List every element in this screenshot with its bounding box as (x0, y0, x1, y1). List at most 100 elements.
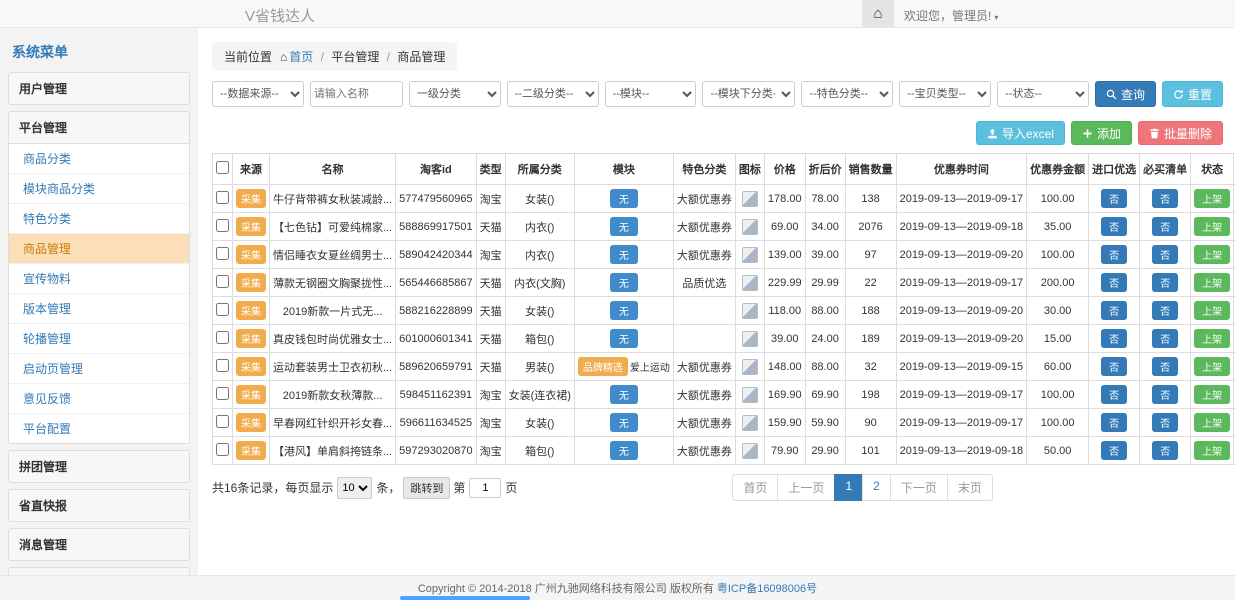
row-checkbox[interactable] (216, 247, 229, 260)
page-button[interactable]: 上一页 (777, 474, 835, 501)
must-buy-toggle[interactable]: 否 (1152, 217, 1178, 236)
status-toggle[interactable]: 上架 (1194, 441, 1230, 460)
module-badge[interactable]: 品牌精选 (578, 357, 628, 376)
sidebar-item[interactable]: 启动页管理 (9, 354, 189, 384)
status-toggle[interactable]: 上架 (1194, 301, 1230, 320)
page-button[interactable]: 末页 (947, 474, 993, 501)
import-select-toggle[interactable]: 否 (1101, 189, 1127, 208)
select-all-checkbox[interactable] (216, 161, 229, 174)
level1-category-select[interactable]: 一级分类 (409, 81, 501, 107)
import-select-toggle[interactable]: 否 (1101, 217, 1127, 236)
status-toggle[interactable]: 上架 (1194, 217, 1230, 236)
sidebar-section[interactable]: 用户管理 (9, 73, 189, 104)
row-checkbox[interactable] (216, 191, 229, 204)
sidebar-item[interactable]: 版本管理 (9, 294, 189, 324)
page-size-select[interactable]: 10 (337, 477, 372, 499)
page-button[interactable]: 1 (834, 474, 863, 501)
home-button[interactable]: ⌂ (862, 0, 894, 27)
module-badge[interactable]: 无 (610, 385, 638, 404)
status-toggle[interactable]: 上架 (1194, 273, 1230, 292)
module-subcategory-select[interactable]: --模块下分类-- (702, 81, 795, 107)
item-type-select[interactable]: --宝贝类型-- (899, 81, 991, 107)
import-select-toggle[interactable]: 否 (1101, 301, 1127, 320)
status-toggle[interactable]: 上架 (1194, 329, 1230, 348)
sidebar-item[interactable]: 商品管理 (9, 234, 189, 264)
row-checkbox[interactable] (216, 303, 229, 316)
module-badge[interactable]: 无 (610, 413, 638, 432)
must-buy-toggle[interactable]: 否 (1152, 413, 1178, 432)
import-excel-button[interactable]: 导入excel (976, 121, 1065, 145)
status-toggle[interactable]: 上架 (1194, 413, 1230, 432)
row-checkbox[interactable] (216, 219, 229, 232)
breadcrumb-home-link[interactable]: 首页 (289, 50, 313, 64)
search-button[interactable]: 查询 (1095, 81, 1156, 107)
status-toggle[interactable]: 上架 (1194, 385, 1230, 404)
page-button[interactable]: 首页 (732, 474, 778, 501)
module-badge[interactable]: 无 (610, 217, 638, 236)
table-row: 采集情侣睡衣女夏丝绸男士...589042420344淘宝内衣()无大额优惠券1… (213, 241, 1235, 269)
module-badge[interactable]: 无 (610, 441, 638, 460)
module-badge[interactable]: 无 (610, 189, 638, 208)
sidebar-section[interactable]: 消息管理 (9, 529, 189, 560)
must-buy-toggle[interactable]: 否 (1152, 329, 1178, 348)
sidebar-item[interactable]: 意见反馈 (9, 384, 189, 414)
sidebar-item[interactable]: 轮播管理 (9, 324, 189, 354)
status-toggle[interactable]: 上架 (1194, 245, 1230, 264)
must-buy-toggle[interactable]: 否 (1152, 245, 1178, 264)
coupon-amount: 100.00 (1027, 185, 1089, 213)
row-checkbox[interactable] (216, 387, 229, 400)
feature-category-select[interactable]: --特色分类-- (801, 81, 893, 107)
must-buy-toggle[interactable]: 否 (1152, 189, 1178, 208)
level2-category-select[interactable]: --二级分类-- (507, 81, 599, 107)
add-button[interactable]: 添加 (1071, 121, 1132, 145)
module-badge[interactable]: 无 (610, 273, 638, 292)
icp-link[interactable]: 粤ICP备16098006号 (717, 580, 817, 596)
sidebar-item[interactable]: 模块商品分类 (9, 174, 189, 204)
import-select-toggle[interactable]: 否 (1101, 245, 1127, 264)
module-badge[interactable]: 无 (610, 245, 638, 264)
sidebar-item[interactable]: 宣传物料 (9, 264, 189, 294)
module-badge[interactable]: 无 (610, 329, 638, 348)
status-toggle[interactable]: 上架 (1194, 357, 1230, 376)
page-button[interactable]: 下一页 (890, 474, 948, 501)
sidebar-item[interactable]: 平台配置 (9, 414, 189, 443)
row-checkbox[interactable] (216, 415, 229, 428)
feature-category (673, 325, 735, 353)
jump-page-input[interactable] (469, 478, 501, 498)
batch-delete-button[interactable]: 批量删除 (1138, 121, 1223, 145)
must-buy-toggle[interactable]: 否 (1152, 273, 1178, 292)
must-buy-toggle[interactable]: 否 (1152, 357, 1178, 376)
taoke-id: 596611634525 (396, 409, 476, 437)
horizontal-scrollbar-thumb[interactable] (400, 596, 530, 600)
page-button[interactable]: 2 (862, 474, 891, 501)
row-checkbox[interactable] (216, 443, 229, 456)
sidebar-item[interactable]: 商品分类 (9, 144, 189, 174)
name-search-input[interactable] (310, 81, 403, 107)
coupon-time: 2019-09-13—2019-09-17 (896, 269, 1027, 297)
import-select-toggle[interactable]: 否 (1101, 329, 1127, 348)
jump-button[interactable]: 跳转到 (403, 477, 450, 499)
must-buy-toggle[interactable]: 否 (1152, 441, 1178, 460)
must-buy-toggle[interactable]: 否 (1152, 385, 1178, 404)
sidebar-item[interactable]: 特色分类 (9, 204, 189, 234)
sidebar-section[interactable]: 省直快报 (9, 490, 189, 521)
row-checkbox[interactable] (216, 275, 229, 288)
row-checkbox[interactable] (216, 359, 229, 372)
data-source-select[interactable]: --数据来源-- (212, 81, 304, 107)
user-menu[interactable]: 欢迎您，管理员!▾ (904, 7, 998, 24)
must-buy-toggle[interactable]: 否 (1152, 301, 1178, 320)
sidebar-section[interactable]: 订单管理 (9, 568, 189, 575)
status-toggle[interactable]: 上架 (1194, 189, 1230, 208)
import-select-toggle[interactable]: 否 (1101, 357, 1127, 376)
status-select[interactable]: --状态-- (997, 81, 1089, 107)
module-select[interactable]: --模块-- (605, 81, 697, 107)
sidebar-section[interactable]: 平台管理 (9, 112, 189, 143)
import-select-toggle[interactable]: 否 (1101, 413, 1127, 432)
row-checkbox[interactable] (216, 331, 229, 344)
reset-button[interactable]: 重置 (1162, 81, 1223, 107)
import-select-toggle[interactable]: 否 (1101, 441, 1127, 460)
import-select-toggle[interactable]: 否 (1101, 385, 1127, 404)
import-select-toggle[interactable]: 否 (1101, 273, 1127, 292)
module-badge[interactable]: 无 (610, 301, 638, 320)
sidebar-section[interactable]: 拼团管理 (9, 451, 189, 482)
